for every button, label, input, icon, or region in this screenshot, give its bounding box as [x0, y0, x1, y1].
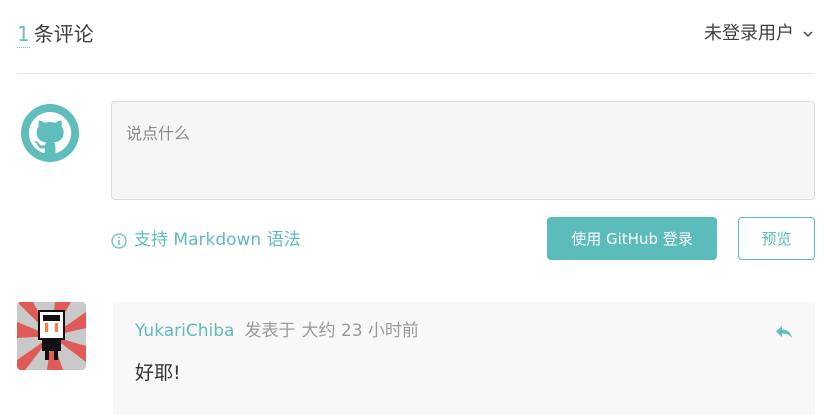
- comment-body: 好耶!: [135, 362, 181, 384]
- comment-time: 大约 23 小时前: [301, 321, 419, 341]
- user-menu-label: 未登录用户: [704, 23, 794, 44]
- comments-header: 1 条评论 未登录用户: [17, 0, 814, 74]
- preview-button[interactable]: 预览: [738, 217, 815, 260]
- github-login-button[interactable]: 使用 GitHub 登录: [547, 217, 717, 260]
- chevron-down-icon: [803, 31, 813, 38]
- info-icon: [111, 233, 127, 249]
- reply-icon[interactable]: [774, 322, 794, 342]
- comment-count: 1 条评论: [17, 20, 94, 48]
- comment-count-number[interactable]: 1: [17, 22, 30, 48]
- comment-input[interactable]: [112, 102, 814, 199]
- markdown-tip-label: 支持 Markdown 语法: [134, 230, 301, 250]
- commenter-avatar: [17, 302, 86, 370]
- comment-editor: [111, 101, 815, 200]
- user-menu[interactable]: 未登录用户: [704, 20, 814, 48]
- comment-meta: YukariChiba 发表于 大约 23 小时前: [135, 319, 419, 343]
- comment-author[interactable]: YukariChiba: [135, 321, 234, 341]
- markdown-help-link[interactable]: 支持 Markdown 语法: [111, 228, 301, 252]
- comment-item: YukariChiba 发表于 大约 23 小时前 好耶!: [113, 302, 815, 415]
- comment-posted-label: 发表于: [244, 321, 296, 341]
- github-icon: [21, 104, 79, 162]
- comment-count-label: 条评论: [33, 22, 94, 46]
